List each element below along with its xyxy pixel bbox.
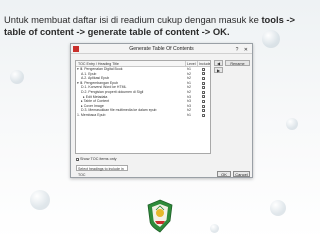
cancel-button[interactable]: Cancel [233,171,250,177]
toc-row-include: ✓ [197,113,210,118]
include-checkbox[interactable]: ✓ [202,67,206,71]
water-drop-decoration [210,224,219,233]
ok-button[interactable]: OK [217,171,231,177]
show-toc-only-option[interactable]: ✓ Show TOC items only [76,157,117,161]
include-checkbox[interactable]: ✓ [202,104,206,108]
col-title-header[interactable]: TOC Entry / Heading Title [76,61,185,66]
generate-toc-dialog: Generate Table Of Contents ? ✕ TOC Entry… [70,43,253,178]
col-include-header[interactable]: Include [197,61,210,66]
col-level-header[interactable]: Level [185,61,197,66]
include-checkbox[interactable]: ✓ [202,113,206,117]
toc-row-title: 1. Membaca Epub [77,112,106,117]
heading-select[interactable]: Select headings to include in TOC [76,165,128,177]
show-toc-only-label: Show TOC items only [80,157,117,161]
water-drop-decoration [10,70,24,84]
water-drop-decoration [270,200,286,216]
water-drop-decoration [30,190,50,210]
include-checkbox[interactable]: ✓ [202,81,206,85]
include-checkbox[interactable]: ✓ [202,86,206,90]
move-right-button[interactable]: ▶ [214,67,223,73]
include-checkbox[interactable]: ✓ [202,95,206,99]
move-left-button[interactable]: ◀ [214,60,223,66]
dialog-title: Generate Table Of Contents [129,46,194,52]
toc-row-level[interactable]: h1 [185,113,197,118]
show-toc-only-checkbox[interactable]: ✓ [76,157,80,161]
institution-logo [147,199,173,233]
toc-tree[interactable]: TOC Entry / Heading Title Level Include … [75,60,211,154]
include-checkbox[interactable]: ✓ [202,99,206,103]
toc-row[interactable]: 1. Membaca Epub h1 ✓ [76,113,210,118]
dialog-titlebar: Generate Table Of Contents ? ✕ [71,44,252,54]
include-checkbox[interactable]: ✓ [202,76,206,80]
tree-rows: ▾ Ill. Pengenalan Digital Book h1 ✓ A.1. Ep… [76,67,210,118]
include-checkbox[interactable]: ✓ [202,109,206,113]
rename-button[interactable]: Rename [225,60,250,66]
include-checkbox[interactable]: ✓ [202,90,206,94]
instruction-text: Untuk membuat daftar isi di readium cuku… [4,14,316,38]
include-checkbox[interactable]: ✓ [202,72,206,76]
app-icon [73,46,79,52]
window-controls[interactable]: ? ✕ [236,45,250,55]
instruction-prefix: Untuk membuat daftar isi di readium cuku… [4,14,262,25]
water-drop-decoration [286,118,298,130]
